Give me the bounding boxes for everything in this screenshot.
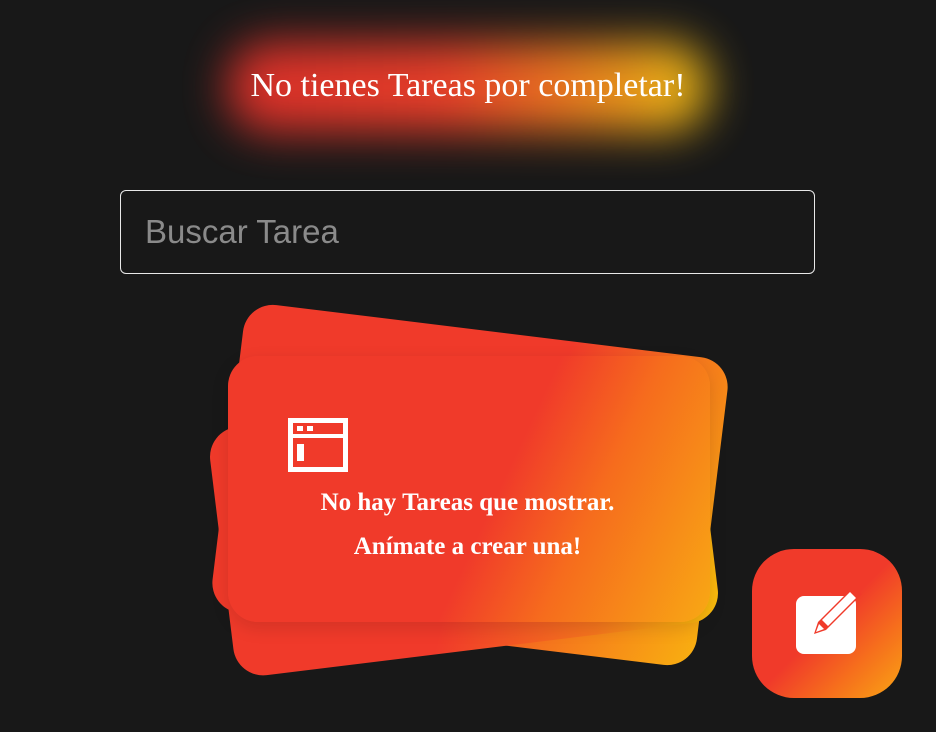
edit-square-icon [796,586,862,654]
create-task-button[interactable] [752,549,902,698]
browser-window-icon [288,418,348,472]
empty-state-cta: Anímate a crear una! [353,533,582,560]
search-input[interactable] [120,190,815,274]
app-page: No tienes Tareas por completar! No hay T… [0,0,936,732]
empty-state-message: No hay Tareas que mostrar. [320,489,615,516]
page-title: No tienes Tareas por completar! [250,67,686,104]
